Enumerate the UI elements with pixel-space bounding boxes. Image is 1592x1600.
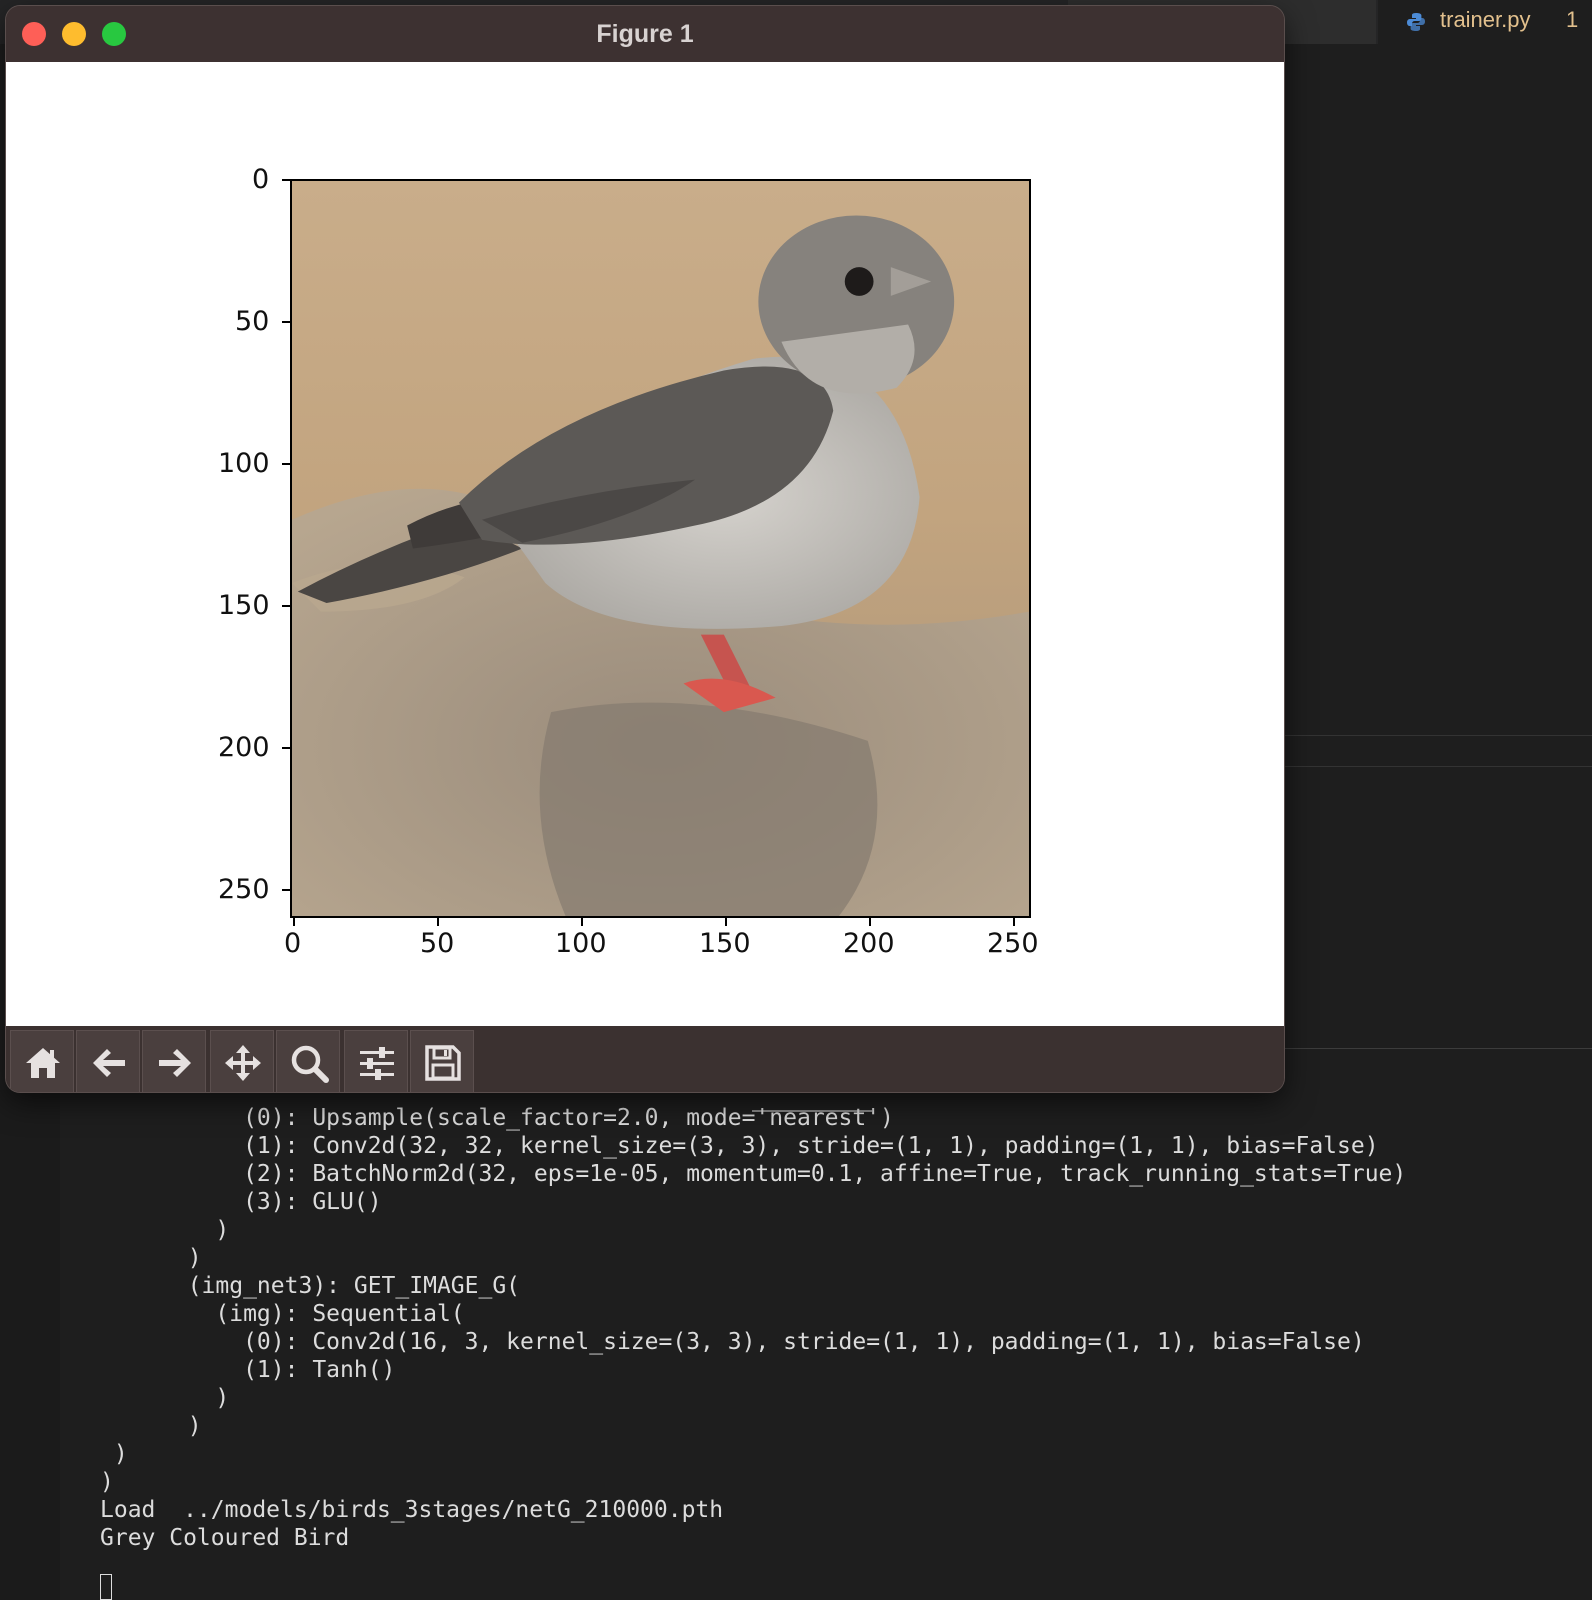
y-tick-mark [282,889,290,891]
y-tick-mark [282,605,290,607]
terminal-line: Load ../models/birds_3stages/netG_210000… [100,1497,724,1523]
y-tick-mark [282,463,290,465]
tab-label: trainer.py [1440,7,1531,32]
y-tick-label: 100 [218,448,270,479]
terminal-line: ) [160,1217,230,1243]
problem-count-badge: 1 [1566,7,1579,32]
terminal-line: ) [100,1469,114,1495]
x-tick-label: 250 [987,928,1039,959]
terminal-line: Grey Coloured Bird [100,1525,350,1551]
terminal-line: ) [160,1385,230,1411]
y-tick-label: 250 [218,874,270,905]
divider [1282,735,1592,736]
terminal-line: (0): Conv2d(16, 3, kernel_size=(3, 3), s… [160,1329,1365,1355]
y-tick-label: 200 [218,732,270,763]
terminal-line: (3): GLU() [160,1189,382,1215]
bird-image [292,181,1029,916]
x-tick-mark [437,918,439,926]
x-tick-label: 0 [284,928,302,959]
x-tick-label: 50 [420,928,455,959]
forward-button[interactable] [142,1030,206,1092]
panel-divider [1282,1048,1592,1049]
navigation-toolbar [6,1026,1284,1092]
terminal-line: (img): Sequential( [160,1301,465,1327]
terminal-line: (1): Tanh() [160,1357,396,1383]
figure-canvas[interactable]: 0 50 100 150 200 250 0 50 100 150 200 25… [6,62,1284,1026]
minimize-window-button[interactable] [62,22,86,46]
x-tick-mark [869,918,871,926]
terminal-line: (img_net3): GET_IMAGE_G( [160,1273,521,1299]
x-tick-label: 150 [699,928,751,959]
save-button[interactable] [410,1030,474,1092]
terminal-panel[interactable]: (0): Upsample(scale_factor=2.0, mode='ne… [60,1090,1592,1600]
terminal-line: (1): Conv2d(32, 32, kernel_size=(3, 3), … [160,1133,1379,1159]
tab-trainer-py[interactable]: trainer.py 1 [1378,0,1592,44]
pan-icon [225,1045,261,1081]
x-tick-label: 100 [555,928,607,959]
sliders-icon [360,1047,394,1080]
x-tick-label: 200 [843,928,895,959]
figure-window[interactable]: Figure 1 0 50 100 150 200 250 0 50 100 1… [6,6,1284,1092]
home-button[interactable] [10,1030,74,1092]
activity-gutter [0,1090,60,1600]
back-button[interactable] [76,1030,140,1092]
pan-button[interactable] [210,1030,274,1092]
divider [1282,766,1592,767]
terminal-line: (2): BatchNorm2d(32, eps=1e-05, momentum… [160,1161,1407,1187]
zoom-icon [291,1045,329,1083]
window-title: Figure 1 [596,20,694,48]
y-tick-mark [282,321,290,323]
terminal-line: ) [100,1441,128,1467]
zoom-button[interactable] [276,1030,340,1092]
y-tick-label: 0 [252,164,270,195]
terminal-line: (0): Upsample(scale_factor=2.0, mode='ne… [160,1105,894,1131]
forward-arrow-icon [159,1049,191,1077]
code-area[interactable] [1282,96,1592,1046]
x-tick-mark [293,918,295,926]
x-tick-mark [581,918,583,926]
y-tick-label: 50 [235,306,270,337]
terminal-line: ) [160,1245,202,1271]
back-arrow-icon [93,1049,125,1077]
x-tick-mark [1013,918,1015,926]
y-tick-label: 150 [218,590,270,621]
maximize-window-button[interactable] [102,22,126,46]
save-icon [425,1045,461,1081]
terminal-line: ) [160,1413,202,1439]
image-axes[interactable] [290,179,1031,918]
python-icon [1407,13,1425,31]
y-tick-mark [282,747,290,749]
terminal-cursor [100,1574,112,1600]
close-window-button[interactable] [22,22,46,46]
x-tick-mark [725,918,727,926]
home-icon [26,1048,60,1078]
y-tick-mark [282,179,290,181]
window-titlebar[interactable]: Figure 1 [6,6,1284,62]
configure-subplots-button[interactable] [344,1030,408,1092]
